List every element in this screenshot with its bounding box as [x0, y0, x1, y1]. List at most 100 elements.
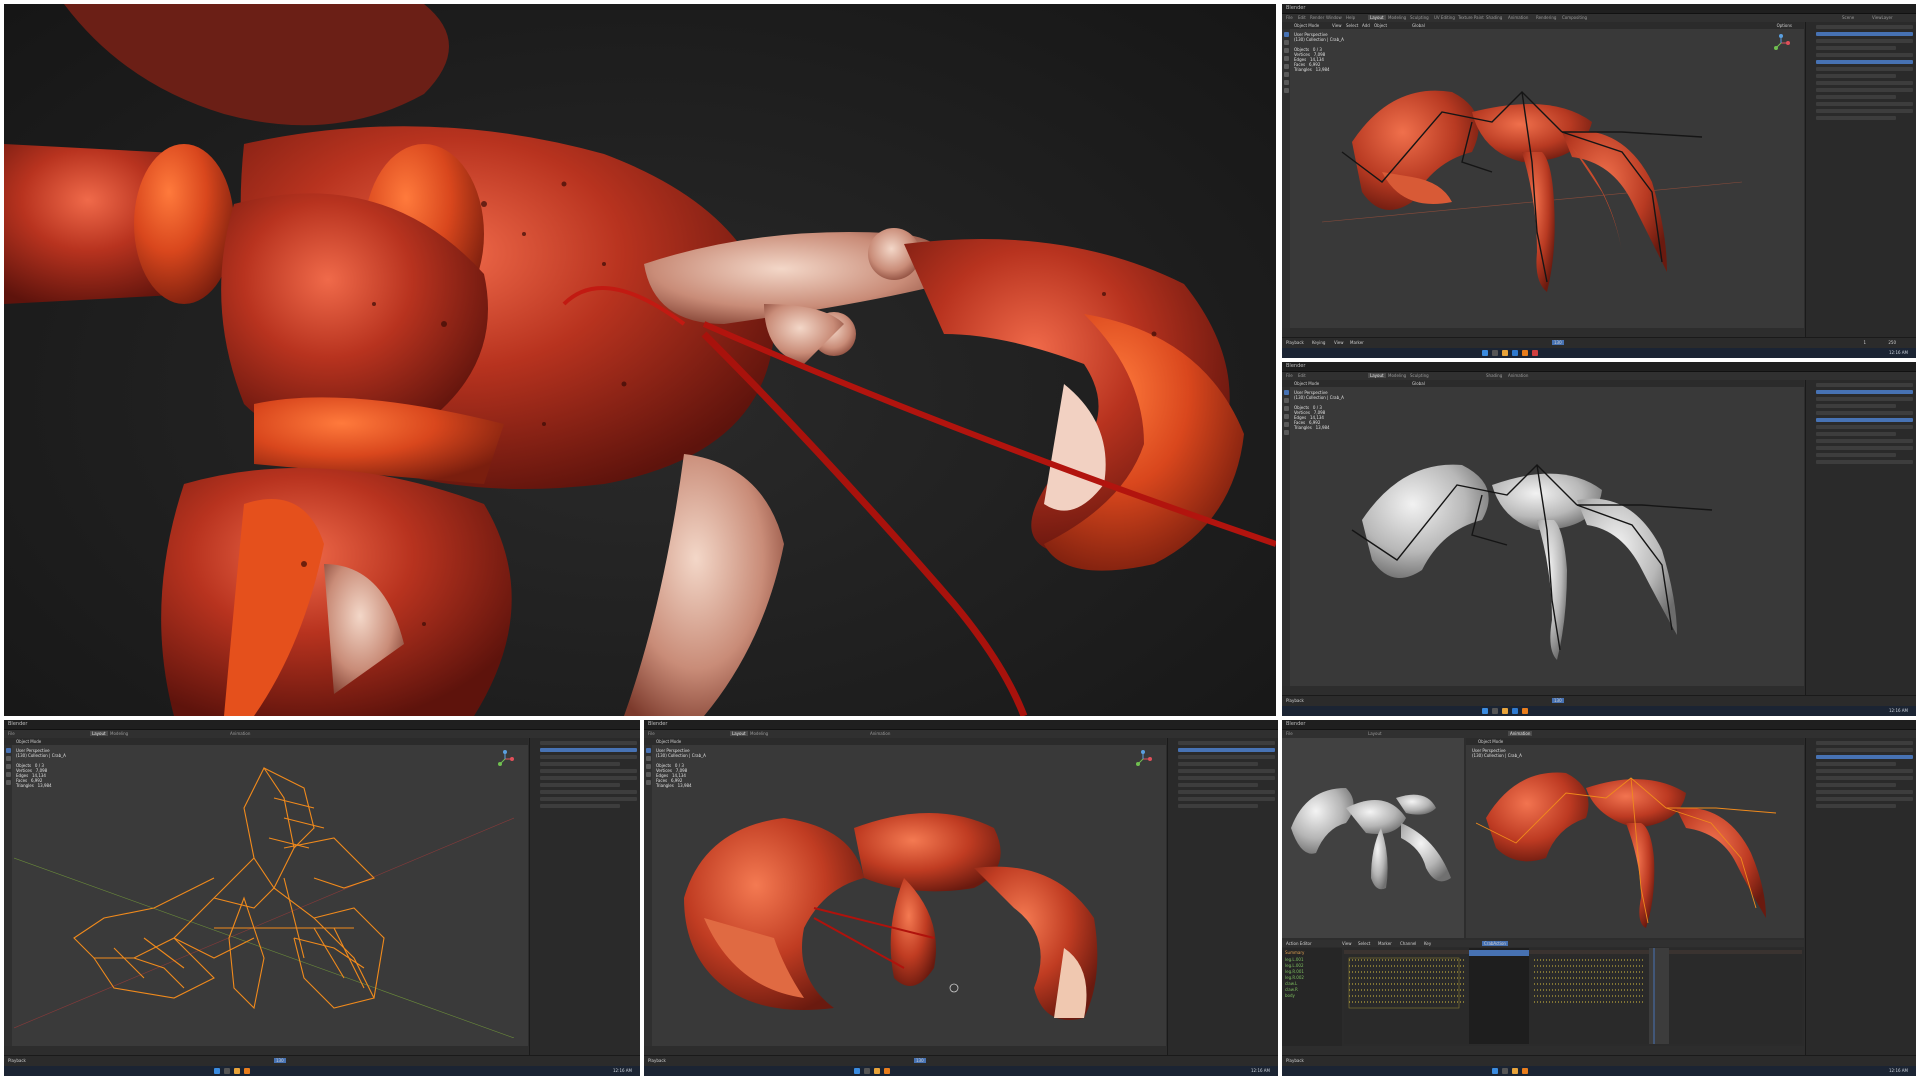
current-frame[interactable]: 130: [1552, 698, 1564, 703]
menu-marker[interactable]: Marker: [1350, 340, 1364, 345]
blender-icon[interactable]: [1522, 350, 1528, 356]
prop-row[interactable]: [1816, 797, 1913, 801]
move-icon[interactable]: [1283, 48, 1289, 53]
select-box-icon[interactable]: [5, 748, 11, 753]
tab-animation[interactable]: Animation: [1508, 731, 1533, 736]
scene-selector[interactable]: Scene: [1842, 15, 1854, 20]
properties-panel[interactable]: [1805, 22, 1916, 338]
prop-row-selected[interactable]: [1816, 60, 1913, 64]
prop-row[interactable]: [1816, 446, 1913, 450]
scale-icon[interactable]: [1283, 64, 1289, 69]
properties-panel[interactable]: [1805, 738, 1916, 1056]
menu-file[interactable]: File: [1286, 731, 1293, 736]
prop-row[interactable]: [1816, 411, 1913, 415]
crab-textured-model[interactable]: [1322, 52, 1742, 312]
explorer-icon[interactable]: [1512, 1068, 1518, 1074]
prop-row[interactable]: [1816, 74, 1896, 78]
3d-viewport[interactable]: Object Mode Global User Perspective (130…: [1282, 380, 1804, 686]
menu-playback[interactable]: Playback: [648, 1058, 666, 1063]
annotate-icon[interactable]: [1283, 80, 1289, 85]
transform-icon[interactable]: [1283, 72, 1289, 77]
rotate-icon[interactable]: [5, 772, 11, 777]
mode-selector[interactable]: Object Mode: [1294, 381, 1319, 386]
tab-layout[interactable]: Layout: [1368, 15, 1386, 20]
3d-viewport[interactable]: Object Mode View Select Add Object Globa…: [1282, 22, 1804, 328]
transform-icon[interactable]: [1283, 430, 1289, 435]
current-frame[interactable]: 130: [914, 1058, 926, 1063]
start-icon[interactable]: [1482, 708, 1488, 714]
crab-textured-closeup-model[interactable]: [674, 788, 1154, 1038]
tab-animation[interactable]: Animation: [230, 731, 250, 736]
browser-icon[interactable]: [1512, 350, 1518, 356]
prop-row[interactable]: [540, 762, 620, 766]
prop-row[interactable]: [540, 769, 637, 773]
tab-texture-paint[interactable]: Texture Paint: [1458, 15, 1484, 20]
prop-row[interactable]: [540, 741, 637, 745]
move-icon[interactable]: [645, 764, 651, 769]
prop-row[interactable]: [1816, 397, 1913, 401]
dope-menu-marker[interactable]: Marker: [1378, 941, 1392, 946]
menu-help[interactable]: Help: [1346, 15, 1355, 20]
prop-row[interactable]: [1178, 762, 1258, 766]
tab-uv-editing[interactable]: UV Editing: [1434, 15, 1455, 20]
menu-edit[interactable]: Edit: [1298, 373, 1306, 378]
prop-row[interactable]: [1816, 783, 1896, 787]
search-icon[interactable]: [1502, 1068, 1508, 1074]
select-box-icon[interactable]: [645, 748, 651, 753]
select-box-icon[interactable]: [1283, 32, 1289, 37]
prop-row[interactable]: [1178, 783, 1258, 787]
prop-row[interactable]: [1816, 116, 1896, 120]
frame-start[interactable]: 1: [1863, 340, 1866, 345]
scale-icon[interactable]: [5, 780, 11, 785]
view-layer-selector[interactable]: ViewLayer: [1872, 15, 1893, 20]
timeline[interactable]: Playback 130: [4, 1055, 640, 1066]
prop-row[interactable]: [1816, 39, 1913, 43]
search-icon[interactable]: [1492, 350, 1498, 356]
browser-icon[interactable]: [1512, 708, 1518, 714]
prop-row[interactable]: [1816, 439, 1913, 443]
blender-icon[interactable]: [884, 1068, 890, 1074]
menu-file[interactable]: File: [1286, 15, 1293, 20]
prop-row[interactable]: [1816, 88, 1913, 92]
tab-sculpting[interactable]: Sculpting: [1410, 373, 1429, 378]
prop-row[interactable]: [1178, 755, 1275, 759]
properties-panel[interactable]: [529, 738, 640, 1056]
mode-selector[interactable]: Object Mode: [656, 739, 681, 744]
cursor-icon[interactable]: [645, 756, 651, 761]
blender-icon[interactable]: [1522, 1068, 1528, 1074]
menu-object[interactable]: Object: [1374, 23, 1387, 28]
search-icon[interactable]: [1492, 708, 1498, 714]
prop-row[interactable]: [540, 804, 620, 808]
explorer-icon[interactable]: [1502, 708, 1508, 714]
timeline[interactable]: Playback: [1282, 1055, 1916, 1066]
menu-add[interactable]: Add: [1362, 23, 1370, 28]
prop-row-selected[interactable]: [540, 748, 637, 752]
start-icon[interactable]: [1492, 1068, 1498, 1074]
explorer-icon[interactable]: [874, 1068, 880, 1074]
prop-row[interactable]: [1816, 776, 1913, 780]
tab-modeling[interactable]: Modeling: [750, 731, 768, 736]
channel-item[interactable]: leg.L.002: [1285, 963, 1304, 968]
menu-playback[interactable]: Playback: [1286, 1058, 1304, 1063]
properties-panel[interactable]: [1805, 380, 1916, 696]
prop-row[interactable]: [1816, 109, 1913, 113]
menu-keying[interactable]: Keying: [1312, 340, 1325, 345]
3d-viewport[interactable]: Object Mode User Perspective (130) Colle…: [4, 738, 528, 1046]
tab-modeling[interactable]: Modeling: [1388, 373, 1406, 378]
prop-row[interactable]: [1816, 25, 1913, 29]
action-selector[interactable]: CrabAction: [1482, 941, 1508, 946]
blender-icon[interactable]: [1522, 708, 1528, 714]
tab-modeling[interactable]: Modeling: [110, 731, 128, 736]
start-icon[interactable]: [214, 1068, 220, 1074]
prop-row[interactable]: [1816, 790, 1913, 794]
tab-animation[interactable]: Animation: [870, 731, 890, 736]
rotate-icon[interactable]: [1283, 414, 1289, 419]
menu-edit[interactable]: Edit: [1298, 15, 1306, 20]
prop-row[interactable]: [1816, 102, 1913, 106]
prop-row[interactable]: [1178, 769, 1275, 773]
prop-row-selected[interactable]: [1178, 748, 1275, 752]
menu-view-timeline[interactable]: View: [1334, 340, 1344, 345]
prop-row[interactable]: [1816, 404, 1896, 408]
explorer-icon[interactable]: [1502, 350, 1508, 356]
menu-render[interactable]: Render: [1310, 15, 1324, 20]
